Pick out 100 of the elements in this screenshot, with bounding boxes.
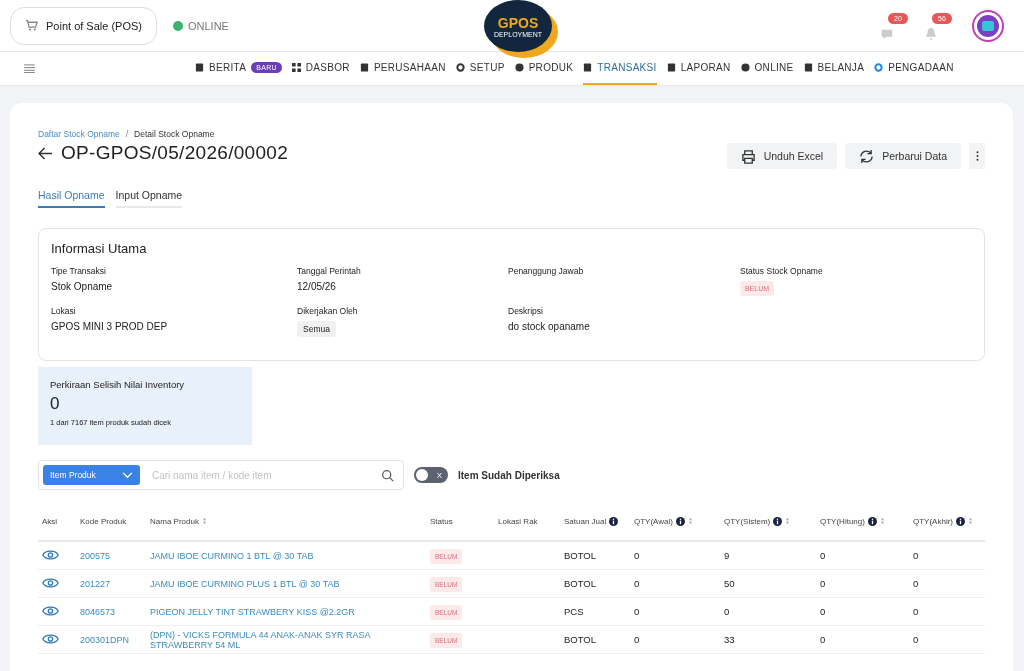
- grid-icon: [291, 63, 301, 72]
- tab[interactable]: Input Opname: [115, 189, 183, 208]
- nav-tab[interactable]: PRODUK: [514, 52, 574, 85]
- back-arrow-icon[interactable]: [38, 146, 53, 160]
- field-value: 12/05/26: [297, 281, 336, 292]
- field-label: Dikerjakan Oleh: [297, 306, 358, 316]
- info-icon[interactable]: [867, 516, 877, 526]
- refresh-icon: [859, 148, 875, 164]
- table-cell: 0: [816, 597, 909, 626]
- avatar-icon[interactable]: [972, 9, 1004, 42]
- sort-icon[interactable]: [785, 517, 791, 525]
- info-icon[interactable]: [773, 516, 783, 526]
- field-value: GPOS MINI 3 PROD DEP: [51, 321, 168, 332]
- info-icon[interactable]: [609, 516, 619, 526]
- table-cell: 0: [816, 569, 909, 598]
- column-header: Satuan Jual: [560, 502, 630, 541]
- column-header[interactable]: QTY(Sistem): [720, 502, 816, 541]
- printer-icon: [740, 148, 756, 164]
- field-label: Tanggal Perintah: [297, 266, 361, 276]
- table-cell[interactable]: 201227: [76, 569, 146, 598]
- view-icon[interactable]: [42, 576, 59, 589]
- breadcrumb-link[interactable]: Daftar Stock Opname: [38, 129, 120, 139]
- field-label: Tipe Transaksi: [51, 266, 106, 276]
- table-cell: 50: [720, 569, 816, 598]
- info-icon[interactable]: [956, 516, 965, 526]
- status-label: ONLINE: [188, 19, 229, 32]
- ring-icon: [874, 63, 884, 72]
- view-icon[interactable]: [42, 632, 59, 645]
- table-cell: PCS: [560, 597, 630, 626]
- field-label: Lokasi: [51, 306, 76, 316]
- summary-title: Perkiraan Selisih Nilai Inventory: [50, 379, 186, 390]
- table-cell: 0: [630, 597, 720, 626]
- refresh-button[interactable]: Perbarui Data: [845, 143, 961, 169]
- table-cell: BOTOL: [560, 625, 630, 654]
- nav-tab[interactable]: SETUP: [455, 52, 505, 85]
- info-icon[interactable]: [675, 516, 685, 526]
- table-cell[interactable]: PIGEON JELLY TINT STRAWBERY KISS @2.2GR: [146, 597, 426, 626]
- pos-button[interactable]: Point of Sale (POS): [10, 6, 157, 45]
- sort-icon[interactable]: [968, 517, 973, 525]
- table-cell: 0: [630, 541, 720, 570]
- table-cell[interactable]: 200301DPN: [76, 625, 146, 654]
- nav-tab[interactable]: TRANSAKSI: [583, 52, 657, 85]
- column-header[interactable]: QTY(Hitung): [816, 502, 909, 541]
- breadcrumb-separator: /: [125, 129, 129, 139]
- column-header: Aksi: [38, 502, 76, 541]
- table-cell[interactable]: (DPN) - VICKS FORMULA 44 ANAK-ANAK SYR RASA STRAWBERRY 54 ML: [146, 625, 426, 654]
- table-cell: 0: [909, 597, 985, 626]
- table-cell: 0: [909, 625, 985, 654]
- field-label: Status Stock Opname: [740, 266, 823, 276]
- table-cell: 0: [816, 625, 909, 654]
- nav-tab[interactable]: PERUSAHAAN: [359, 52, 446, 85]
- section-title: Informasi Utama: [51, 241, 148, 256]
- table-cell: 0: [816, 541, 909, 570]
- table-cell[interactable]: 200575: [76, 541, 146, 570]
- page-title: OP-GPOS/05/2026/00002: [61, 142, 289, 164]
- table-cell: 0: [909, 569, 985, 598]
- nav-tab[interactable]: PENGADAAN: [874, 52, 954, 85]
- menu-icon[interactable]: [24, 64, 35, 73]
- table-cell[interactable]: JAMU IBOE CURMINO PLUS 1 BTL @ 30 TAB: [146, 569, 426, 598]
- column-header[interactable]: Nama Produk: [146, 502, 426, 541]
- toggle-switch[interactable]: X: [414, 467, 448, 483]
- nav-tab[interactable]: BELANJA: [803, 52, 865, 85]
- user-chip: Semua: [297, 321, 336, 337]
- table-cell[interactable]: JAMU IBOE CURMINO 1 BTL @ 30 TAB: [146, 541, 426, 570]
- view-icon[interactable]: [42, 548, 59, 561]
- field-label: Penanggung Jawab: [508, 266, 584, 276]
- nav-tab[interactable]: DASBOR: [291, 52, 350, 85]
- search-bar[interactable]: Item Produk Cari nama item / kode item: [38, 460, 404, 490]
- column-header: Kode Produk: [76, 502, 146, 541]
- summary-value: 0: [50, 394, 61, 414]
- search-icon[interactable]: [381, 468, 394, 482]
- nav-tab[interactable]: ONLINE: [740, 52, 794, 85]
- table-cell: BOTOL: [560, 569, 630, 598]
- view-icon[interactable]: [42, 604, 59, 617]
- toggle-label: Item Sudah Diperiksa: [458, 469, 560, 481]
- chevron-down-icon: [122, 471, 133, 479]
- field-label: Deskripsi: [508, 306, 543, 316]
- table-cell: 0: [630, 569, 720, 598]
- table-cell: 0: [909, 541, 985, 570]
- field-value: do stock opaname: [508, 321, 590, 332]
- table-cell: 33: [720, 625, 816, 654]
- sort-icon[interactable]: [201, 517, 207, 525]
- nav-tab[interactable]: LAPORAN: [666, 52, 731, 85]
- export-button[interactable]: Unduh Excel: [726, 143, 838, 169]
- sort-icon[interactable]: [879, 517, 885, 525]
- sort-icon[interactable]: [687, 517, 693, 525]
- field-value: Stok Opname: [51, 281, 113, 292]
- table-cell[interactable]: 8046573: [76, 597, 146, 626]
- breadcrumb-current: Detail Stock Opname: [134, 129, 215, 139]
- table-cell: 0: [630, 625, 720, 654]
- filter-dropdown[interactable]: Item Produk: [43, 465, 140, 485]
- column-header: Lokasi Rak: [494, 502, 560, 541]
- column-header[interactable]: QTY(Awal): [630, 502, 720, 541]
- table-cell: 9: [720, 541, 816, 570]
- column-header[interactable]: QTY(Akhir): [909, 502, 985, 541]
- tab[interactable]: Hasil Opname: [38, 189, 105, 208]
- column-header: Status: [426, 502, 494, 541]
- table-cell: BOTOL: [560, 541, 630, 570]
- kebab-icon: [975, 150, 979, 162]
- table-cell: 0: [720, 597, 816, 626]
